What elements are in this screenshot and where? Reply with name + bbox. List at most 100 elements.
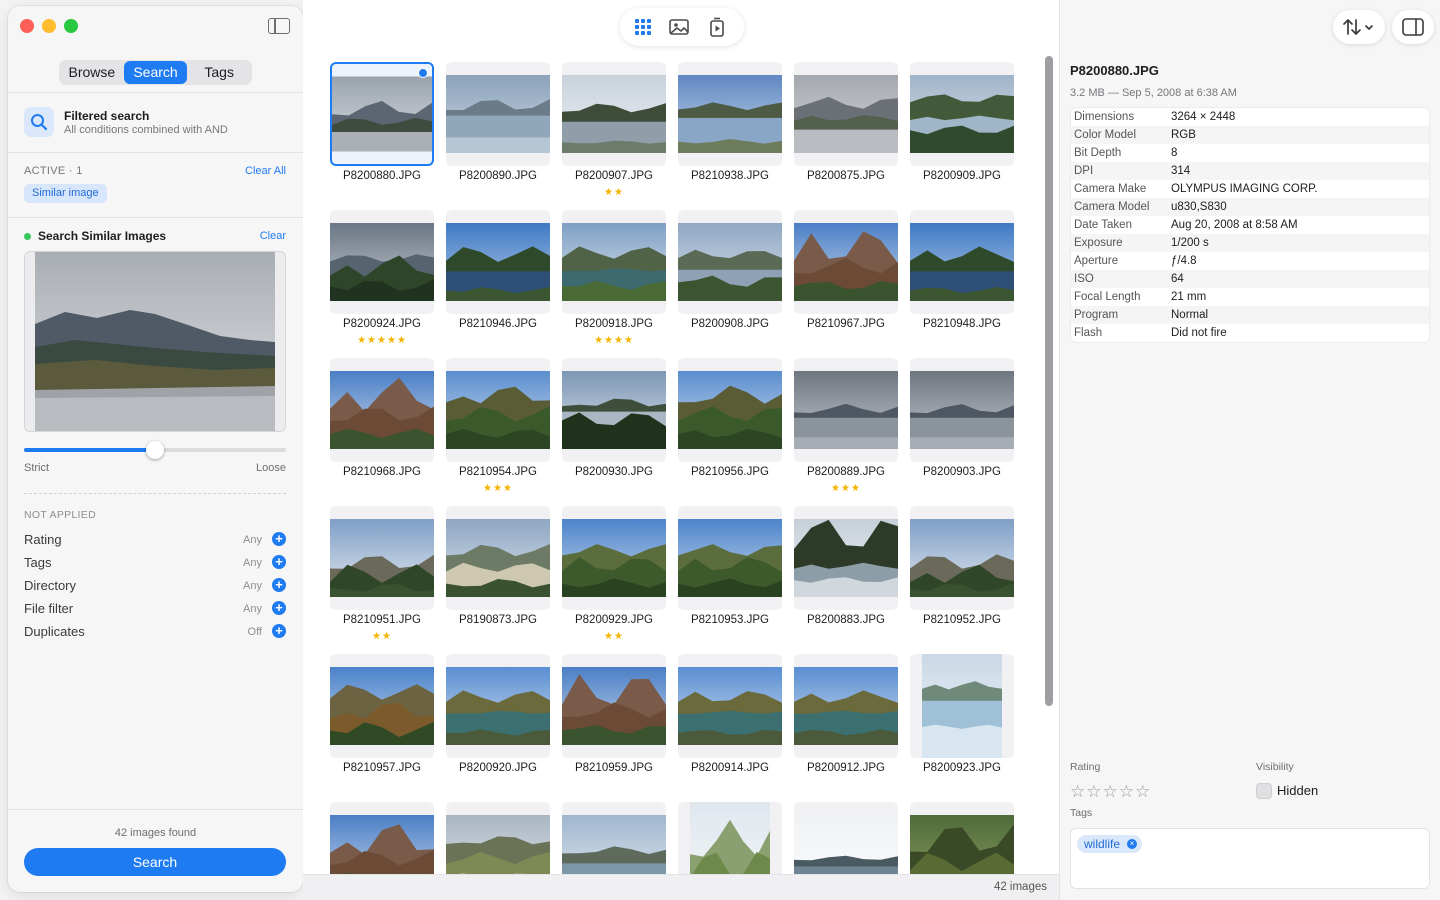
filter-name: File filter	[24, 601, 74, 616]
sort-arrows-icon	[1343, 19, 1373, 35]
filter-row-rating[interactable]: Rating Any +	[24, 531, 286, 549]
add-filter-icon[interactable]: +	[272, 601, 286, 615]
metadata-value: 314	[1171, 165, 1191, 177]
thumbnail-image[interactable]	[330, 654, 434, 758]
thumbnail-filename: P8200890.JPG	[458, 170, 537, 182]
inspector-toggle-button[interactable]	[1392, 10, 1434, 44]
hidden-checkbox[interactable]	[1256, 783, 1272, 799]
thumbnail-image[interactable]	[562, 802, 666, 874]
thumbnail-image[interactable]	[562, 62, 666, 166]
thumbnail-image[interactable]	[678, 358, 782, 462]
add-filter-icon[interactable]: +	[272, 532, 286, 546]
active-filter-chip[interactable]: Similar image	[24, 184, 107, 203]
metadata-row: Color Model RGB	[1071, 126, 1429, 144]
thumbnail-image[interactable]	[910, 358, 1014, 462]
thumbnail-image[interactable]	[910, 210, 1014, 314]
thumbnail-image[interactable]	[678, 210, 782, 314]
thumbnail-image[interactable]	[562, 358, 666, 462]
thumbnail-image[interactable]	[562, 210, 666, 314]
thumbnail-image[interactable]	[562, 654, 666, 758]
clear-all-button[interactable]: Clear All	[245, 165, 286, 177]
grid-scrollbar[interactable]	[1045, 56, 1053, 706]
metadata-value: 64	[1171, 273, 1184, 285]
add-filter-icon[interactable]: +	[272, 624, 286, 638]
rating-star-icon[interactable]: ☆	[1103, 782, 1119, 801]
add-filter-icon[interactable]: +	[272, 578, 286, 592]
rating-star-icon[interactable]: ☆	[1070, 782, 1086, 801]
filter-row-tags[interactable]: Tags Any +	[24, 554, 286, 572]
tag-pill[interactable]: wildlife ×	[1077, 835, 1143, 853]
thumbnail-image[interactable]	[446, 654, 550, 758]
rating-star-icon[interactable]: ☆	[1135, 782, 1151, 801]
thumbnail-image[interactable]	[678, 506, 782, 610]
images-found-count: 42 images found	[114, 827, 197, 839]
sidebar-toggle-icon[interactable]	[268, 18, 290, 34]
thumbnail-image[interactable]	[446, 358, 550, 462]
thumbnail-image[interactable]	[794, 210, 898, 314]
thumbnail-image[interactable]	[794, 62, 898, 166]
tag-label: wildlife	[1084, 837, 1121, 851]
thumbnail-filename: P8210956.JPG	[690, 466, 769, 478]
thumbnail-image[interactable]	[794, 802, 898, 874]
tab-search[interactable]: Search	[123, 61, 188, 84]
metadata-value: Did not fire	[1171, 327, 1227, 339]
thumbnail-image[interactable]	[446, 62, 550, 166]
similar-image-preview[interactable]	[24, 251, 286, 432]
thumbnail-image[interactable]	[678, 62, 782, 166]
metadata-row: Camera Model u830,S830	[1071, 198, 1429, 216]
filter-value: Any	[243, 580, 262, 592]
close-window-button[interactable]	[20, 19, 34, 33]
remove-tag-icon[interactable]: ×	[1127, 839, 1138, 849]
thumbnail-filename: P8210946.JPG	[458, 318, 537, 330]
window-controls	[20, 19, 78, 33]
similarity-slider[interactable]	[24, 441, 286, 459]
thumbnail-image[interactable]	[446, 506, 550, 610]
slideshow-icon[interactable]	[706, 17, 728, 37]
thumbnail-image[interactable]	[330, 802, 434, 874]
thumbnail-image[interactable]	[910, 506, 1014, 610]
minimize-window-button[interactable]	[42, 19, 56, 33]
metadata-row: Aperture ƒ/4.8	[1071, 252, 1429, 270]
similarity-slider-knob[interactable]	[146, 441, 164, 459]
thumbnail-image[interactable]	[678, 654, 782, 758]
dashed-divider	[24, 493, 286, 494]
thumbnail-image[interactable]	[794, 506, 898, 610]
filter-value: Any	[243, 557, 262, 569]
thumbnail-image[interactable]	[330, 358, 434, 462]
tags-field[interactable]: wildlife ×	[1070, 828, 1430, 889]
metadata-value: 21 mm	[1171, 291, 1207, 303]
thumbnail-image[interactable]	[562, 506, 666, 610]
thumbnail-image[interactable]	[330, 210, 434, 314]
thumbnail-image[interactable]	[330, 506, 434, 610]
thumbnail-image[interactable]	[910, 802, 1014, 874]
rating-star-icon[interactable]: ☆	[1086, 782, 1102, 801]
thumbnail-image[interactable]	[678, 802, 782, 874]
search-button[interactable]: Search	[24, 848, 286, 876]
clear-similar-button[interactable]: Clear	[260, 230, 286, 242]
thumbnail-image[interactable]	[794, 358, 898, 462]
filter-row-file-filter[interactable]: File filter Any +	[24, 600, 286, 618]
thumbnail-image[interactable]	[794, 654, 898, 758]
active-filters-label: ACTIVE · 1	[24, 165, 83, 177]
thumbnail-image[interactable]	[910, 654, 1014, 758]
add-filter-icon[interactable]: +	[272, 555, 286, 569]
filter-row-duplicates[interactable]: Duplicates Off +	[24, 623, 286, 641]
inspector-pane: P8200880.JPG 3.2 MB — Sep 5, 2008 at 6:3…	[1059, 0, 1440, 900]
grid-view-icon[interactable]	[632, 17, 654, 37]
sort-button[interactable]	[1333, 10, 1385, 44]
similar-images-title: Search Similar Images	[38, 229, 167, 243]
filter-name: Duplicates	[24, 624, 85, 639]
rating-star-icon[interactable]: ☆	[1119, 782, 1135, 801]
thumbnail-filename: P8210953.JPG	[690, 614, 769, 626]
thumbnail-image[interactable]	[910, 62, 1014, 166]
filter-row-directory[interactable]: Directory Any +	[24, 577, 286, 595]
thumbnail-filename: P8200903.JPG	[922, 466, 1001, 478]
single-image-view-icon[interactable]	[668, 17, 690, 37]
tab-browse[interactable]: Browse	[60, 61, 124, 84]
thumbnail-image[interactable]	[446, 210, 550, 314]
thumbnail-image[interactable]	[446, 802, 550, 874]
thumbnail-filename: P8200912.JPG	[806, 762, 885, 774]
zoom-window-button[interactable]	[64, 19, 78, 33]
thumbnail-image[interactable]	[330, 62, 434, 166]
tab-tags[interactable]: Tags	[187, 61, 251, 84]
